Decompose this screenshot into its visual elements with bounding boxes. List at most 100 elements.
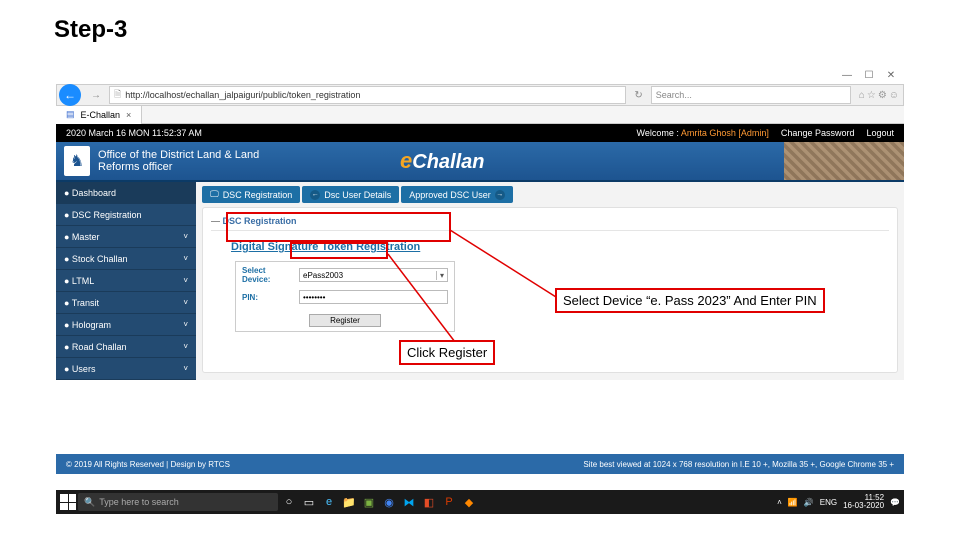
select-device-dropdown[interactable]: ePass2003 ▾ [299, 268, 448, 282]
chevron-down-icon: ˅ [183, 232, 188, 241]
sidebar-item-dsc-registration[interactable]: ● DSC Registration [56, 204, 196, 226]
sidebar-label: ● Dashboard [64, 188, 116, 198]
tab-title: E-Challan [81, 110, 121, 120]
breadcrumb: 🖵DSC Registration←Dsc User DetailsApprov… [202, 186, 898, 203]
footer-left: © 2019 All Rights Reserved | Design by R… [66, 460, 230, 469]
app-window: 2020 March 16 MON 11:52:37 AM Welcome : … [56, 124, 904, 540]
sidebar-item-ltml[interactable]: ● LTML ˅ [56, 270, 196, 292]
main-content: 🖵DSC Registration←Dsc User DetailsApprov… [196, 182, 904, 380]
sidebar-label: ● Road Challan [64, 342, 126, 352]
pin-label: PIN: [238, 288, 293, 306]
dst-title: Digital Signature Token Registration [231, 241, 889, 253]
sidebar-item-stock-challan[interactable]: ● Stock Challan ˅ [56, 248, 196, 270]
sidebar-item-road-challan[interactable]: ● Road Challan ˅ [56, 336, 196, 358]
forward-button[interactable]: → [87, 90, 105, 101]
cortana-icon[interactable]: ○ [280, 493, 298, 511]
datetime: 2020 March 16 MON 11:52:37 AM [66, 128, 202, 138]
minimize-icon[interactable]: — [840, 70, 854, 81]
maximize-icon[interactable]: ☐ [862, 70, 876, 81]
sidebar: ● Dashboard● DSC Registration● Master˅● … [56, 182, 196, 380]
brand: eChallan [400, 148, 485, 174]
browser-chrome: — ☐ ✕ ← → 🗎 http://localhost/echallan_ja… [56, 66, 904, 124]
chrome-icon[interactable]: ◉ [380, 493, 398, 511]
breadcrumb-approved-dsc-user[interactable]: Approved DSC User→ [401, 186, 513, 203]
chevron-down-icon[interactable]: ▾ [436, 271, 444, 280]
refresh-icon[interactable]: ↻ [630, 90, 646, 101]
tab-close-icon[interactable]: × [126, 110, 131, 120]
home-icon[interactable]: ⌂ [859, 90, 865, 101]
notification-icon[interactable]: 💬 [890, 498, 900, 507]
panel-header[interactable]: DSC Registration [211, 212, 889, 231]
register-button[interactable]: Register [309, 314, 381, 327]
breadcrumb-dsc-user-details[interactable]: ←Dsc User Details [302, 186, 399, 203]
nav-bar: ← → 🗎 http://localhost/echallan_jalpaigu… [56, 84, 904, 106]
select-value: ePass2003 [303, 271, 343, 280]
edge-icon[interactable]: e [320, 493, 338, 511]
page-icon: 🗎 [114, 87, 121, 103]
back-button[interactable]: ← [59, 84, 81, 106]
star-icon[interactable]: ☆ [867, 90, 876, 101]
sidebar-item-master[interactable]: ● Master ˅ [56, 226, 196, 248]
search-box[interactable]: Search... [651, 86, 851, 104]
powerpoint-icon[interactable]: P [440, 493, 458, 511]
app-icon-3[interactable]: ◆ [460, 493, 478, 511]
tray-lang[interactable]: ENG [820, 498, 837, 507]
sound-icon[interactable]: 🔊 [804, 498, 814, 507]
tray-up-icon[interactable]: ˄ [777, 498, 782, 507]
tab-favicon-icon: ▤ [66, 109, 75, 120]
taskview-icon[interactable]: ▭ [300, 493, 318, 511]
sidebar-label: ● DSC Registration [64, 210, 141, 220]
welcome-text: Welcome : Amrita Ghosh [Admin] [637, 128, 769, 138]
step-title: Step-3 [54, 16, 127, 44]
arrow-right-icon: → [495, 190, 505, 200]
wifi-icon[interactable]: 📶 [788, 498, 798, 507]
sidebar-label: ● Transit [64, 298, 99, 308]
sidebar-label: ● Users [64, 364, 95, 374]
search-icon: 🔍 [84, 497, 95, 508]
system-tray[interactable]: ˄ 📶 🔊 ENG 11:52 16-03-2020 💬 [777, 494, 900, 510]
start-button[interactable] [60, 494, 76, 510]
chevron-down-icon: ˅ [183, 364, 188, 373]
breadcrumb-dsc-registration[interactable]: 🖵DSC Registration [202, 186, 300, 203]
sidebar-label: ● LTML [64, 276, 94, 286]
monitor-icon: 🖵 [210, 189, 219, 200]
callout-click-register: Click Register [399, 340, 495, 365]
pin-input[interactable]: •••••••• [299, 290, 448, 304]
chevron-down-icon: ˅ [183, 320, 188, 329]
chevron-down-icon: ˅ [183, 276, 188, 285]
banner: ♞ Office of the District Land & Land Ref… [56, 142, 904, 182]
address-bar[interactable]: 🗎 http://localhost/echallan_jalpaiguri/p… [109, 86, 626, 104]
sidebar-item-transit[interactable]: ● Transit ˅ [56, 292, 196, 314]
vscode-icon[interactable]: ⧓ [400, 493, 418, 511]
explorer-icon[interactable]: 📁 [340, 493, 358, 511]
taskbar: 🔍 Type here to search ○ ▭ e 📁 ▣ ◉ ⧓ ◧ P … [56, 490, 904, 514]
close-icon[interactable]: ✕ [884, 70, 898, 81]
logout-link[interactable]: Logout [866, 128, 894, 138]
sidebar-item-users[interactable]: ● Users ˅ [56, 358, 196, 380]
select-device-label: Select Device: [238, 264, 293, 286]
smile-icon[interactable]: ☺ [889, 90, 899, 101]
sidebar-item-hologram[interactable]: ● Hologram ˅ [56, 314, 196, 336]
chevron-down-icon: ˅ [183, 342, 188, 351]
callout-select-device: Select Device “e. Pass 2023” And Enter P… [555, 288, 825, 313]
sidebar-item-dashboard[interactable]: ● Dashboard [56, 182, 196, 204]
office-title: Office of the District Land & Land Refor… [98, 149, 259, 173]
sidebar-label: ● Stock Challan [64, 254, 127, 264]
window-title-bar: — ☐ ✕ [56, 66, 904, 84]
chevron-down-icon: ˅ [183, 254, 188, 263]
taskbar-search[interactable]: 🔍 Type here to search [78, 493, 278, 511]
arrow-left-icon: ← [310, 190, 320, 200]
sidebar-label: ● Hologram [64, 320, 111, 330]
tab-strip: ▤ E-Challan × [56, 106, 904, 124]
app-icon-1[interactable]: ▣ [360, 493, 378, 511]
chevron-down-icon: ˅ [183, 298, 188, 307]
sidebar-label: ● Master [64, 232, 99, 242]
footer: © 2019 All Rights Reserved | Design by R… [56, 454, 904, 474]
change-password-link[interactable]: Change Password [781, 128, 855, 138]
gear-icon[interactable]: ⚙ [878, 90, 887, 101]
tab-echallan[interactable]: ▤ E-Challan × [56, 106, 142, 124]
taskbar-search-placeholder: Type here to search [99, 497, 179, 507]
banner-image [784, 142, 904, 180]
url-text: http://localhost/echallan_jalpaiguri/pub… [125, 90, 360, 100]
app-icon-2[interactable]: ◧ [420, 493, 438, 511]
